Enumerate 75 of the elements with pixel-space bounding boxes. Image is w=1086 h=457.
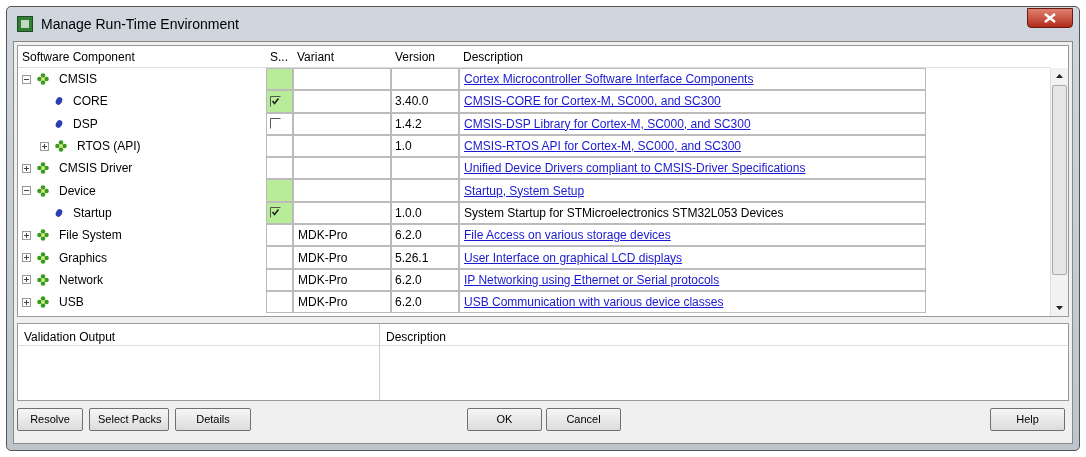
package-icon (37, 162, 49, 175)
action-button[interactable]: Details (175, 407, 251, 431)
close-icon (1044, 13, 1056, 23)
description-link[interactable]: Cortex Microcontroller Software Interface Components (464, 70, 754, 89)
expand-icon[interactable] (22, 163, 31, 173)
column-header[interactable]: Description (459, 47, 1050, 66)
expand-icon[interactable] (22, 275, 31, 285)
table-cell: 1.0 (391, 134, 459, 158)
package-icon (37, 229, 49, 242)
table-cell: 1.4.2 (391, 112, 459, 135)
table-cell: MDK-Pro (293, 268, 391, 291)
expand-icon[interactable] (40, 141, 49, 151)
column-header[interactable]: Version (391, 47, 459, 66)
expand-icon[interactable] (22, 253, 31, 262)
description-link[interactable]: CMSIS-RTOS API for Cortex-M, SC000, and SC300 (464, 137, 741, 156)
package-icon (37, 73, 49, 86)
description-link[interactable]: User Interface on graphical LCD displays (464, 248, 683, 267)
description-link[interactable]: Startup, System Setup (464, 181, 585, 200)
component-name[interactable]: Graphics (55, 248, 108, 267)
description-text: System Startup for STMicroelectronics STM32L053 Devices (464, 204, 784, 222)
component-name[interactable]: CORE (69, 92, 108, 111)
description-link[interactable]: CMSIS-CORE for Cortex-M, SC000, and SC300 (464, 92, 721, 111)
component-icon (55, 207, 63, 218)
table-cell: MDK-Pro (293, 224, 391, 247)
collapse-icon[interactable] (22, 186, 31, 196)
table-cell: 1.0.0 (391, 201, 459, 225)
help-button[interactable]: Help (990, 407, 1065, 431)
description-link[interactable]: IP Networking using Ethernet or Serial protocols (464, 270, 720, 289)
component-name[interactable]: RTOS (API) (73, 137, 141, 156)
table-cell: 6.2.0 (391, 290, 459, 314)
description-link[interactable]: File Access on various storage devices (464, 226, 671, 245)
column-header[interactable]: S... (266, 47, 293, 66)
package-icon (37, 273, 49, 286)
package-icon (37, 251, 49, 264)
description-link[interactable]: CMSIS-DSP Library for Cortex-M, SC000, and SC300 (464, 114, 751, 133)
column-header[interactable]: Variant (293, 47, 391, 66)
collapse-icon[interactable] (22, 74, 31, 84)
component-name[interactable]: USB (55, 293, 84, 312)
column-header[interactable]: Software Component (18, 47, 266, 66)
table-cell: 6.2.0 (391, 224, 459, 247)
package-icon (37, 296, 49, 309)
action-button[interactable]: Select Packs (89, 407, 169, 431)
component-name[interactable]: CMSIS Driver (55, 159, 133, 178)
table-cell: MDK-Pro (293, 290, 391, 314)
close-button[interactable] (1027, 8, 1073, 28)
dialog-button[interactable]: OK (467, 407, 542, 431)
component-name[interactable]: File System (55, 226, 122, 245)
component-icon (55, 118, 63, 129)
table-cell: 6.2.0 (391, 268, 459, 291)
package-icon (37, 184, 49, 197)
scrollbar[interactable] (1050, 68, 1068, 316)
table-cell: MDK-Pro (293, 246, 391, 269)
panel-header: Description (380, 324, 1068, 346)
table-cell: 5.26.1 (391, 246, 459, 269)
component-name[interactable]: Device (55, 181, 96, 200)
checkbox[interactable] (270, 95, 281, 107)
dialog-button[interactable]: Cancel (546, 407, 621, 431)
checkbox[interactable] (270, 118, 281, 130)
panel-header: Validation Output (18, 324, 379, 346)
component-name[interactable]: Startup (69, 203, 112, 222)
app-icon (17, 16, 33, 32)
action-button[interactable]: Resolve (17, 407, 83, 431)
component-name[interactable]: CMSIS (55, 70, 97, 89)
package-icon (55, 140, 67, 153)
scroll-thumb[interactable] (1052, 85, 1067, 275)
description-link[interactable]: USB Communication with various device classes (464, 293, 724, 312)
component-icon (55, 96, 63, 107)
checkbox[interactable] (270, 207, 281, 219)
expand-icon[interactable] (22, 297, 31, 307)
description-link[interactable]: Unified Device Drivers compliant to CMSIS-Driver Specifications (464, 159, 806, 178)
expand-icon[interactable] (22, 230, 31, 240)
table-cell: 3.40.0 (391, 90, 459, 113)
window-title: Manage Run-Time Environment (41, 14, 239, 34)
component-name[interactable]: Network (55, 270, 103, 289)
component-name[interactable]: DSP (69, 114, 98, 133)
